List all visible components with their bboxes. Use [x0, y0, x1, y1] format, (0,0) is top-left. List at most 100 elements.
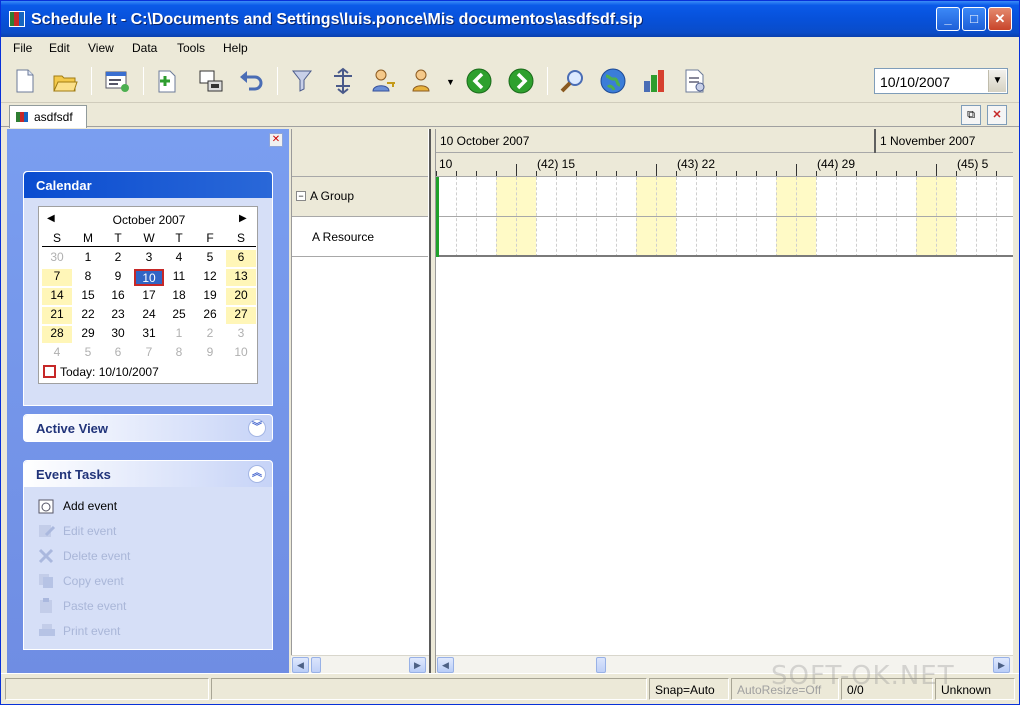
calendar-day[interactable]: 3: [134, 250, 164, 267]
calendar-day[interactable]: 30: [103, 326, 133, 343]
expand-chevron-icon[interactable]: ︾: [248, 419, 266, 437]
collapse-group-icon[interactable]: −: [296, 191, 306, 201]
calendar-day[interactable]: 8: [73, 269, 103, 286]
resource-row[interactable]: A Resource: [292, 217, 428, 257]
calendar-day[interactable]: 3: [226, 326, 256, 343]
collapse-chevron-icon[interactable]: ︽: [248, 465, 266, 483]
menu-view[interactable]: View: [88, 41, 114, 55]
calendar-day[interactable]: 13: [226, 269, 256, 286]
timeline-group-row[interactable]: [436, 177, 1013, 217]
scroll-right-icon[interactable]: ▶: [409, 657, 426, 673]
next-month-icon[interactable]: ▶: [239, 213, 247, 224]
new-file-icon[interactable]: [11, 67, 39, 95]
minimize-button[interactable]: _: [936, 7, 960, 31]
user-key-icon[interactable]: [369, 67, 397, 95]
event-tasks-header[interactable]: Event Tasks ︽: [24, 461, 272, 487]
globe-icon[interactable]: [599, 67, 627, 95]
close-pane-button[interactable]: ✕: [269, 133, 283, 147]
calendar-day[interactable]: 21: [42, 307, 72, 324]
calendar-day[interactable]: 20: [226, 288, 256, 305]
tab-asdfsdf[interactable]: asdfsdf: [9, 105, 87, 128]
calendar-day[interactable]: 5: [73, 345, 103, 362]
properties-icon[interactable]: [103, 67, 131, 95]
calendar-day[interactable]: 8: [164, 345, 194, 362]
calendar-day[interactable]: 16: [103, 288, 133, 305]
calendar-day[interactable]: 9: [195, 345, 225, 362]
calendar-day[interactable]: 24: [134, 307, 164, 324]
calendar-day[interactable]: 9: [103, 269, 133, 286]
maximize-button[interactable]: □: [962, 7, 986, 31]
calendar-day[interactable]: 26: [195, 307, 225, 324]
calendar-day[interactable]: 6: [226, 250, 256, 267]
calendar-day[interactable]: 18: [164, 288, 194, 305]
add-event-icon: [38, 499, 54, 514]
calendar-day[interactable]: 31: [134, 326, 164, 343]
calendar-group-header[interactable]: Calendar: [24, 172, 272, 198]
undo-icon[interactable]: [237, 67, 265, 95]
menu-tools[interactable]: Tools: [177, 41, 205, 55]
menu-file[interactable]: File: [13, 41, 32, 55]
calendar-day[interactable]: 30: [42, 250, 72, 267]
align-icon[interactable]: [329, 67, 357, 95]
filter-icon[interactable]: [289, 67, 317, 95]
timeline-resource-row[interactable]: [436, 217, 1013, 257]
open-folder-icon[interactable]: [51, 67, 79, 95]
scroll-thumb[interactable]: [596, 657, 606, 673]
calendar-day[interactable]: 14: [42, 288, 72, 305]
menu-bar: File Edit View Data Tools Help: [1, 37, 1019, 59]
resource-group-row[interactable]: − A Group: [292, 177, 428, 217]
today-link[interactable]: Today: 10/10/2007: [43, 365, 159, 379]
calendar-day[interactable]: 11: [164, 269, 194, 286]
close-button[interactable]: ✕: [988, 7, 1012, 31]
calendar-day[interactable]: 1: [164, 326, 194, 343]
timeline-grid[interactable]: 10 October 2007 1 November 2007 10 (42) …: [436, 129, 1013, 655]
chevron-down-icon[interactable]: ▼: [988, 70, 1006, 92]
scroll-thumb[interactable]: [311, 657, 321, 673]
calendar-day[interactable]: 19: [195, 288, 225, 305]
calendar-day[interactable]: 6: [103, 345, 133, 362]
active-view-header[interactable]: Active View ︾: [24, 415, 272, 441]
title-bar[interactable]: Schedule It - C:\Documents and Settings\…: [1, 1, 1019, 37]
pane-splitter[interactable]: [429, 129, 436, 673]
close-document-button[interactable]: ✕: [987, 105, 1007, 125]
user-search-icon[interactable]: [409, 67, 437, 95]
dropdown-arrow-icon[interactable]: ▼: [446, 77, 455, 87]
import-icon[interactable]: [197, 67, 225, 95]
calendar-day[interactable]: 7: [42, 269, 72, 286]
calendar-day[interactable]: 4: [164, 250, 194, 267]
calendar-day[interactable]: 15: [73, 288, 103, 305]
calendar-day[interactable]: 2: [103, 250, 133, 267]
calendar-day[interactable]: 4: [42, 345, 72, 362]
menu-edit[interactable]: Edit: [49, 41, 70, 55]
calendar-day[interactable]: 1: [73, 250, 103, 267]
bar-chart-icon[interactable]: [641, 67, 669, 95]
zoom-icon[interactable]: [559, 67, 587, 95]
scroll-left-icon[interactable]: ◀: [437, 657, 454, 673]
calendar-day[interactable]: 2: [195, 326, 225, 343]
calendar-day[interactable]: 28: [42, 326, 72, 343]
calendar-day[interactable]: 10: [226, 345, 256, 362]
calendar-day[interactable]: 7: [134, 345, 164, 362]
calendar-day[interactable]: 5: [195, 250, 225, 267]
restore-document-button[interactable]: ⧉: [961, 105, 981, 125]
add-page-icon[interactable]: [153, 67, 181, 95]
calendar-day[interactable]: 10: [134, 269, 164, 286]
calendar-day[interactable]: 25: [164, 307, 194, 324]
menu-help[interactable]: Help: [223, 41, 248, 55]
month-calendar[interactable]: ◀ October 2007 ▶ S M T W T F S 30 1 2 3 4 5 6 7…: [38, 206, 258, 384]
forward-arrow-icon[interactable]: [507, 67, 535, 95]
print-preview-icon[interactable]: [681, 67, 709, 95]
calendar-day[interactable]: 27: [226, 307, 256, 324]
calendar-day[interactable]: 29: [73, 326, 103, 343]
snap-status[interactable]: Snap=Auto: [649, 678, 729, 700]
menu-data[interactable]: Data: [132, 41, 157, 55]
calendar-day[interactable]: 23: [103, 307, 133, 324]
calendar-day[interactable]: 22: [73, 307, 103, 324]
date-picker-combo[interactable]: 10/10/2007 ▼: [874, 68, 1008, 94]
scroll-left-icon[interactable]: ◀: [292, 657, 309, 673]
back-arrow-icon[interactable]: [465, 67, 493, 95]
weekday: S: [52, 231, 61, 245]
calendar-day[interactable]: 17: [134, 288, 164, 305]
resource-hscrollbar[interactable]: ◀ ▶: [291, 655, 429, 673]
calendar-day[interactable]: 12: [195, 269, 225, 286]
